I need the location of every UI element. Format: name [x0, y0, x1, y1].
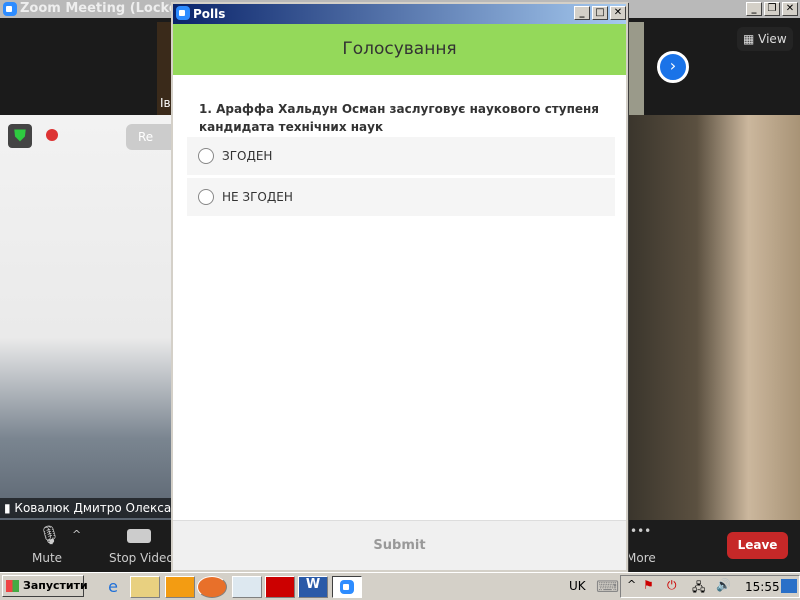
signal-icon: ▮: [4, 501, 15, 515]
network-icon[interactable]: 🖧: [692, 578, 705, 599]
zoom-task-icon[interactable]: [332, 576, 362, 598]
more-button[interactable]: More: [626, 551, 656, 565]
zoom-icon: [176, 6, 190, 20]
language-indicator[interactable]: UK: [569, 579, 586, 593]
media-player-icon[interactable]: [165, 576, 195, 598]
power-plug-icon[interactable]: ⏻: [667, 578, 677, 593]
submit-button[interactable]: Submit: [373, 538, 425, 553]
active-video: ⛊ Re ▮ Ковалюк Дмитро Олекса: [0, 115, 172, 520]
stop-video-button[interactable]: Stop Video: [109, 551, 174, 565]
action-center-flag-icon[interactable]: ⚑: [643, 578, 654, 592]
polls-title: Polls: [193, 7, 226, 21]
mute-button[interactable]: Mute: [32, 551, 62, 565]
close-button[interactable]: ✕: [782, 2, 798, 16]
poll-option-agree[interactable]: ЗГОДЕН: [187, 137, 615, 175]
radio-button[interactable]: [198, 189, 214, 205]
chevron-up-icon[interactable]: ^: [72, 528, 81, 541]
view-button[interactable]: ▦ View: [737, 27, 793, 51]
participant-thumbnail: [628, 22, 644, 115]
microphone-icon[interactable]: 🎙: [38, 525, 61, 546]
participant-name: Iв: [160, 96, 171, 110]
internet-explorer-icon[interactable]: e: [98, 576, 128, 598]
zoom-icon: [3, 2, 17, 16]
taskbar: Запустити e W UK ⌨ ^ ⚑ ⏻ 🖧 🔊 15:55: [0, 572, 800, 600]
keyboard-icon[interactable]: ⌨: [596, 577, 619, 596]
poll-header: Голосування: [173, 24, 626, 75]
record-button[interactable]: Re: [126, 124, 172, 150]
poll-footer: Submit: [173, 520, 626, 570]
close-button[interactable]: ✕: [610, 6, 626, 20]
participant-video: [628, 115, 800, 520]
acrobat-icon[interactable]: [265, 576, 295, 598]
file-explorer-icon[interactable]: [130, 576, 160, 598]
main-window-title: Zoom Meeting (Locked): [20, 1, 193, 16]
recording-icon: [46, 129, 58, 141]
firefox-icon[interactable]: [197, 576, 227, 598]
minimize-button[interactable]: _: [574, 6, 590, 20]
windows-logo-icon: [6, 580, 19, 592]
poll-question: 1. Араффа Хальдун Осман заслуговує науко…: [199, 102, 600, 134]
polls-titlebar: Polls _ □ ✕: [173, 4, 626, 24]
participant-label: ▮ Ковалюк Дмитро Олекса: [0, 498, 172, 518]
start-button[interactable]: Запустити: [2, 575, 88, 597]
video-camera-icon[interactable]: [127, 529, 151, 543]
next-page-button[interactable]: ›: [657, 51, 689, 83]
radio-button[interactable]: [198, 148, 214, 164]
word-icon[interactable]: W: [298, 576, 328, 598]
volume-icon[interactable]: 🔊: [716, 578, 731, 592]
security-shield-icon[interactable]: ⛊: [8, 124, 32, 148]
poll-option-disagree[interactable]: НЕ ЗГОДЕН: [187, 178, 615, 216]
system-tray: ^ ⚑ ⏻ 🖧 🔊 15:55: [620, 575, 800, 598]
maximize-button[interactable]: □: [592, 6, 608, 20]
more-dots-icon[interactable]: •••: [630, 524, 651, 538]
leave-button[interactable]: Leave: [727, 532, 788, 559]
restore-button[interactable]: ❐: [764, 2, 780, 16]
polls-window: Polls _ □ ✕ Голосування 1. Араффа Хальду…: [171, 2, 628, 572]
clock[interactable]: 15:55: [745, 580, 780, 594]
notepad-icon[interactable]: [232, 576, 262, 598]
show-desktop-icon[interactable]: [781, 579, 797, 593]
minimize-button[interactable]: _: [746, 2, 762, 16]
view-icon: ▦: [743, 32, 759, 46]
show-hidden-icons[interactable]: ^: [627, 578, 636, 591]
